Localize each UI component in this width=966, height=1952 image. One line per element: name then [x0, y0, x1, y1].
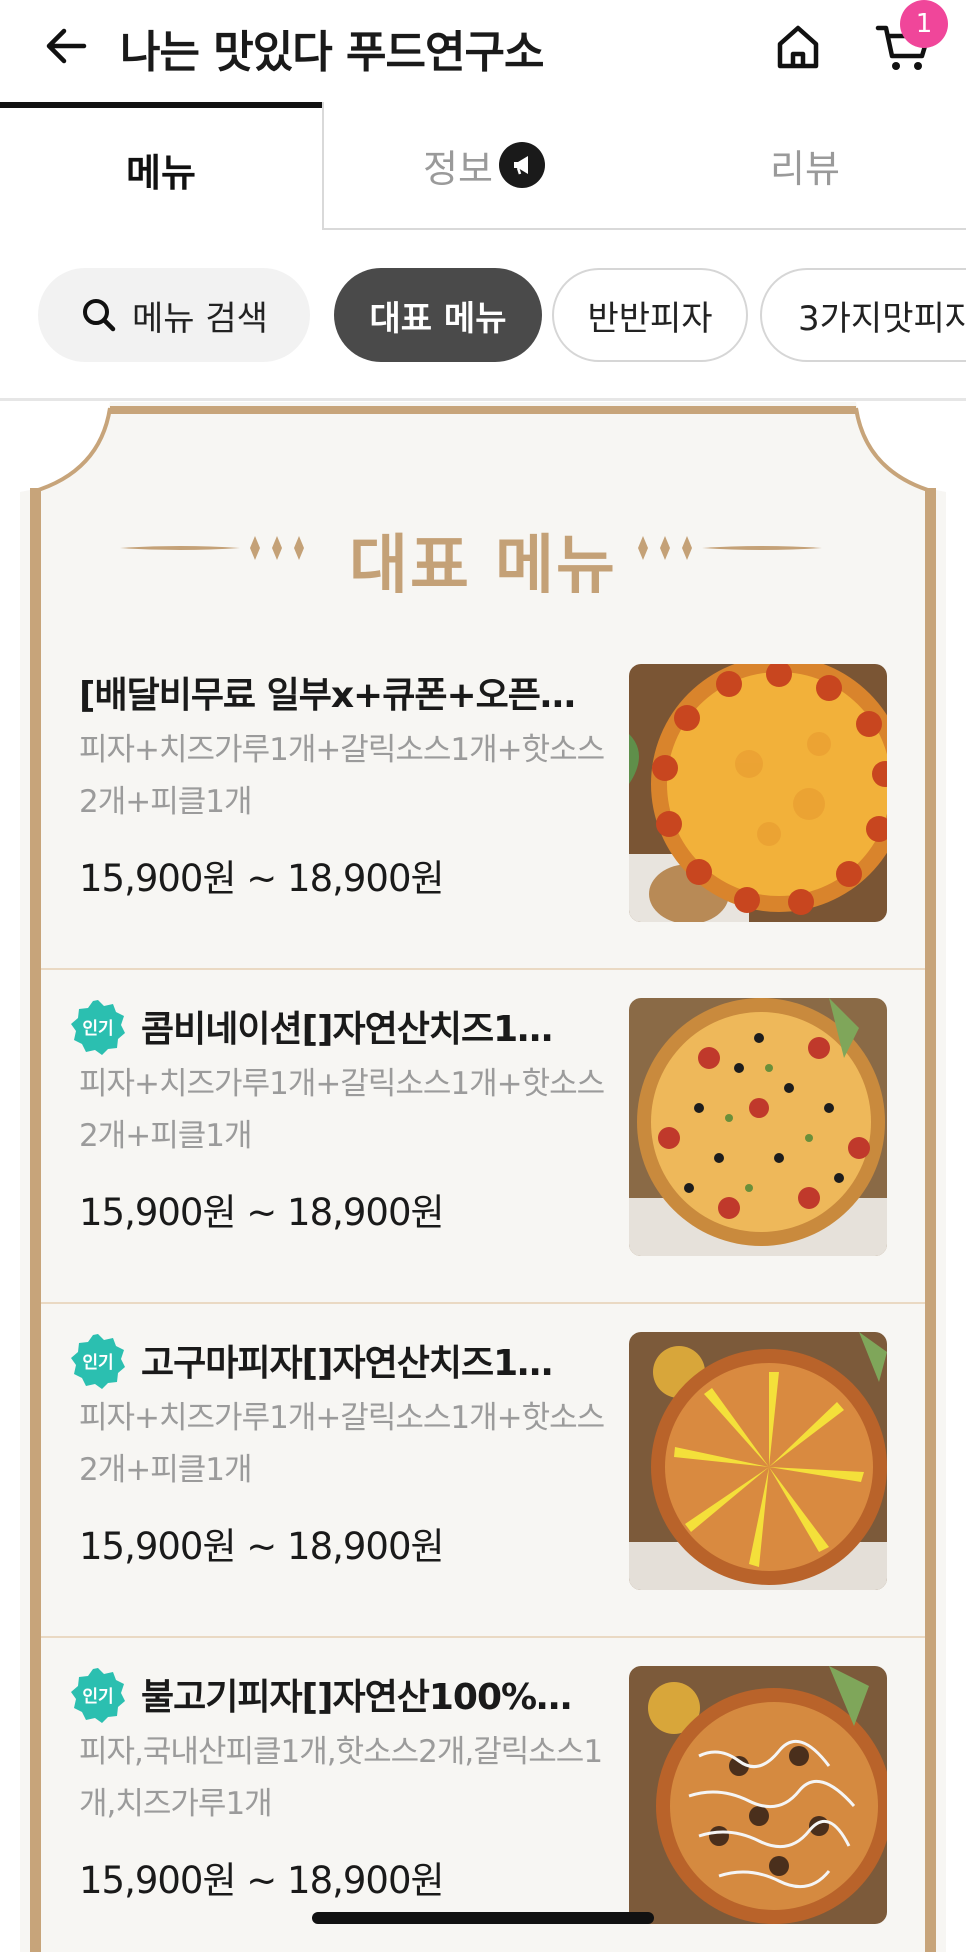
- item-price: 15,900원 ~ 18,900원: [79, 857, 445, 900]
- item-name: 불고기피자[]자연산100%…: [141, 1677, 572, 1718]
- badge-label: 인기: [82, 1687, 113, 1707]
- item-price: 15,900원 ~ 18,900원: [79, 1859, 445, 1902]
- item-description: 피자+치즈가루1개+갈릭소스1개+핫소스2개+피클1개: [79, 1400, 605, 1488]
- popular-badge: 인기: [71, 1334, 125, 1389]
- item-image-sweet-potato-pizza: [629, 1332, 887, 1590]
- arrow-left-icon: [46, 28, 87, 64]
- title-ornament-right: [638, 536, 822, 560]
- store-title: 나는 맛있다 푸드연구소: [120, 27, 544, 78]
- menu-search-button[interactable]: 메뉴 검색: [38, 268, 310, 362]
- item-image-pepperoni-pizza: [629, 664, 887, 922]
- frame-top-border: [110, 406, 856, 414]
- menu-item[interactable]: [배달비무료 일부x+큐폰+오픈… 피자+치즈가루1개+갈릭소스1개+핫소스2개…: [41, 636, 925, 970]
- frame-left-border: [30, 488, 41, 1952]
- chip-featured-menu[interactable]: 대표 메뉴: [334, 268, 542, 362]
- item-image-combination-pizza: [629, 998, 887, 1256]
- frame-right-border: [925, 488, 936, 1952]
- tab-info-label: 정보: [423, 146, 493, 191]
- frame-corners: [20, 402, 946, 494]
- top-bar: 나는 맛있다 푸드연구소 1: [0, 0, 966, 100]
- badge-label: 인기: [82, 1019, 113, 1039]
- cart-count-badge: 1: [900, 0, 948, 48]
- popular-badge: 인기: [71, 1668, 125, 1723]
- item-image-bulgogi-pizza: [629, 1666, 887, 1924]
- search-icon: [83, 299, 116, 332]
- item-name: [배달비무료 일부x+큐폰+오픈…: [79, 675, 576, 716]
- item-name: 콤비네이션[]자연산치즈1…: [141, 1009, 553, 1050]
- category-chips: 메뉴 검색 대표 메뉴 반반피자 3가지맛피자: [0, 268, 966, 364]
- item-price: 15,900원 ~ 18,900원: [79, 1525, 445, 1568]
- tab-info[interactable]: 정보: [322, 102, 644, 230]
- chip-half-half-pizza[interactable]: 반반피자: [552, 268, 748, 362]
- tab-bar: 메뉴 정보 리뷰: [0, 102, 966, 230]
- item-description: 피자+치즈가루1개+갈릭소스1개+핫소스2개+피클1개: [79, 732, 605, 820]
- tab-menu-label: 메뉴: [126, 150, 196, 195]
- menu-item[interactable]: 인기 콤비네이션[]자연산치즈1… 피자+치즈가루1개+갈릭소스1개+핫소스2개…: [41, 970, 925, 1304]
- back-button[interactable]: [38, 18, 94, 74]
- home-icon: [777, 25, 819, 69]
- tab-review-label: 리뷰: [770, 146, 840, 191]
- menu-item[interactable]: 인기 불고기피자[]자연산100%… 피자,국내산피클1개,핫소스2개,갈릭소스…: [41, 1638, 925, 1952]
- item-description: 피자+치즈가루1개+갈릭소스1개+핫소스2개+피클1개: [79, 1066, 605, 1154]
- item-description: 피자,국내산피클1개,핫소스2개,갈릭소스1개,치즈가루1개: [79, 1734, 603, 1822]
- chip-three-flavor-pizza[interactable]: 3가지맛피자: [760, 268, 966, 362]
- menu-search-label: 메뉴 검색: [132, 298, 268, 339]
- badge-label: 인기: [82, 1353, 113, 1373]
- tab-review[interactable]: 리뷰: [644, 102, 966, 230]
- menu-item[interactable]: 인기 고구마피자[]자연산치즈1… 피자+치즈가루1개+갈릭소스1개+핫소스2개…: [41, 1304, 925, 1638]
- divider: [0, 398, 966, 401]
- item-price: 15,900원 ~ 18,900원: [79, 1191, 445, 1234]
- home-button[interactable]: [768, 16, 828, 76]
- item-name: 고구마피자[]자연산치즈1…: [141, 1343, 553, 1384]
- popular-badge: 인기: [71, 1000, 125, 1055]
- megaphone-icon: [498, 142, 545, 188]
- tab-menu[interactable]: 메뉴: [0, 102, 322, 230]
- featured-menu-section: 대표 메뉴 [배달비무료 일부x+큐폰+오픈… 피자+치즈가루1개+갈릭소스1개…: [0, 402, 966, 1952]
- home-indicator: [312, 1912, 654, 1924]
